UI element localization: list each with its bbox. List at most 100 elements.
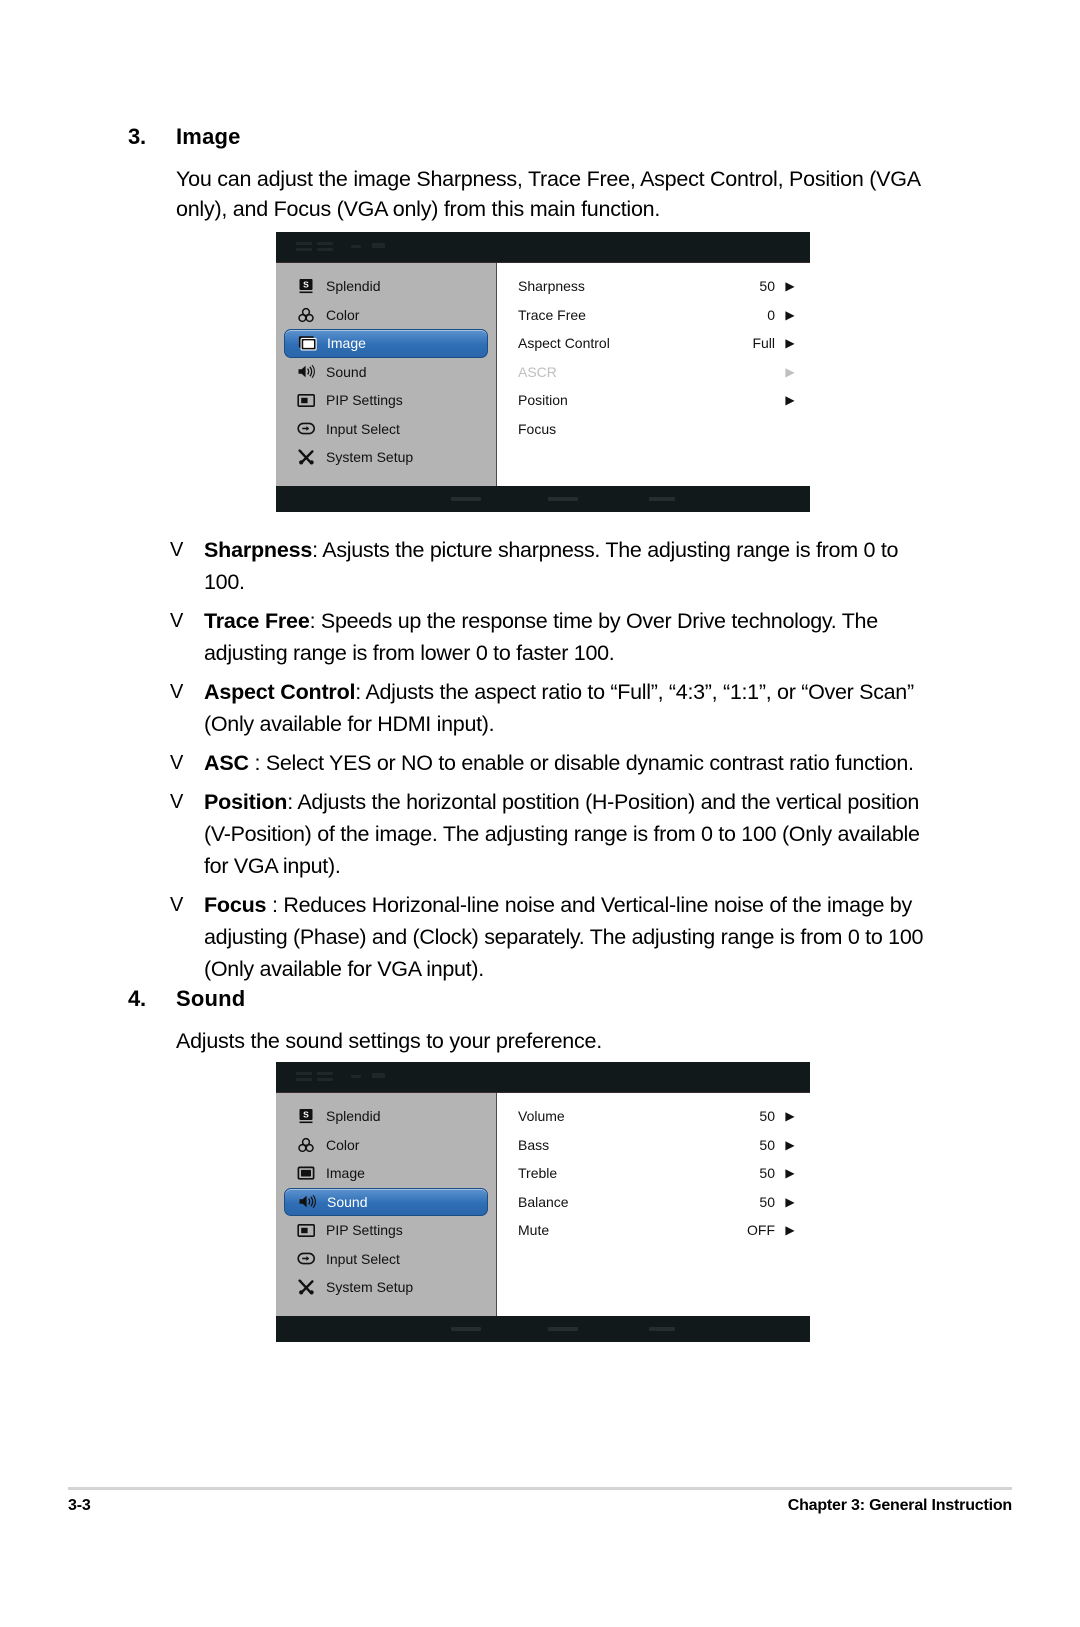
osd-topbar-mark [317,248,333,251]
osd-menu-item-pip-settings[interactable]: PIP Settings [284,1216,488,1245]
bullet-marker: V [170,791,184,813]
osd-botbar-mark [548,1327,578,1331]
osd-topbar-mark [296,1078,312,1081]
svg-text:S: S [303,280,309,290]
osd-option-aspect-control[interactable]: Aspect Control Full ▶ [497,329,810,358]
osd-top-bar [276,1062,810,1092]
osd-option-balance[interactable]: Balance 50 ▶ [497,1188,810,1217]
osd-menu-item-label: Sound [326,363,367,380]
osd-topbar-mark [372,243,385,248]
bullet-marker: V [170,752,184,774]
osd-topbar-mark [296,248,312,251]
chevron-right-icon: ▶ [785,393,795,408]
chevron-right-icon: ▶ [785,1166,795,1181]
bullet-marker: V [170,610,184,632]
color-icon [295,306,317,324]
osd-topbar-mark [317,242,333,245]
osd-menu-item-splendid[interactable]: S Splendid [284,1102,488,1131]
section-intro-text: Adjusts the sound settings to your prefe… [176,1029,602,1053]
osd-menu-item-color[interactable]: Color [284,1131,488,1160]
image-feature-bullets: V Sharpness: Asjusts the picture sharpne… [0,534,1080,992]
osd-bottom-bar [276,486,810,512]
osd-menu-item-pip-settings[interactable]: PIP Settings [284,386,488,415]
osd-option-bass[interactable]: Bass 50 ▶ [497,1131,810,1160]
osd-menu-item-system-setup[interactable]: System Setup [284,1273,488,1302]
osd-menu-item-label: Input Select [326,1250,400,1267]
osd-option-label: Focus [518,420,557,437]
osd-option-label: Balance [518,1193,569,1210]
osd-option-volume[interactable]: Volume 50 ▶ [497,1102,810,1131]
splendid-icon: S [295,277,317,295]
osd-option-treble[interactable]: Treble 50 ▶ [497,1159,810,1188]
osd-option-value: 50 [759,1165,775,1182]
system-setup-icon [295,448,317,466]
footer-divider [68,1487,1012,1490]
image-icon [296,334,318,352]
osd-menu-item-sound[interactable]: Sound [284,358,488,387]
section-title: Image [176,124,241,149]
osd-menu-item-label: Sound [327,1193,368,1210]
chevron-right-icon: ▶ [785,336,795,351]
bullet-body: ASC : Select YES or NO to enable or disa… [204,747,940,779]
osd-menu-item-sound[interactable]: Sound [284,1187,488,1216]
document-page: 3. Image You can adjust the image Sharpn… [0,0,1080,1627]
osd-menu-item-image[interactable]: Image [284,1159,488,1188]
footer-chapter-label: Chapter 3: General Instruction [787,1497,1012,1514]
osd-option-mute[interactable]: Mute OFF ▶ [497,1216,810,1245]
osd-option-focus[interactable]: Focus ▶ [497,415,810,444]
chevron-right-icon: ▶ [785,279,795,294]
osd-option-label: Sharpness [518,278,585,295]
osd-menu-item-color[interactable]: Color [284,301,488,330]
osd-menu-item-label: Image [327,335,366,352]
svg-text:S: S [303,1110,309,1120]
osd-option-value: 0 [767,306,775,323]
bullet-description: : Select YES or NO to enable or disable … [248,751,914,775]
bullet-term: Position [204,790,288,814]
bullet-term: Sharpness [204,538,313,562]
osd-menu-item-label: PIP Settings [326,392,403,409]
osd-option-position[interactable]: Position ▶ [497,386,810,415]
osd-menu-item-label: PIP Settings [326,1222,403,1239]
osd-botbar-mark [451,1327,481,1331]
osd-menu-list: S Splendid Color Image Sound PIP Setting… [276,263,497,486]
osd-option-sharpness[interactable]: Sharpness 50 ▶ [497,272,810,301]
chevron-right-icon: ▶ [785,1137,795,1152]
section-number: 4. [128,986,146,1011]
osd-option-ascr: ASCR ▶ [497,358,810,387]
osd-topbar-mark [296,1072,312,1075]
osd-topbar-mark [351,245,361,248]
osd-menu-item-label: Input Select [326,420,400,437]
bullet-position: V Position: Adjusts the horizontal posti… [0,786,1080,882]
osd-option-value: 50 [759,1193,775,1210]
osd-menu-item-splendid[interactable]: S Splendid [284,272,488,301]
splendid-icon: S [295,1107,317,1125]
osd-menu-item-input-select[interactable]: Input Select [284,415,488,444]
bullet-body: Sharpness: Asjusts the picture sharpness… [204,534,940,598]
osd-option-value: 50 [759,1136,775,1153]
bullet-description: : Reduces Horizonal-line noise and Verti… [204,893,924,981]
osd-option-trace-free[interactable]: Trace Free 0 ▶ [497,301,810,330]
osd-option-value: 50 [759,278,775,295]
bullet-marker: V [170,894,184,916]
osd-topbar-mark [296,242,312,245]
section-sound: 4. Sound Adjusts the sound settings to y… [0,986,1080,1056]
osd-topbar-mark [351,1075,361,1078]
osd-menu-item-label: Color [326,306,360,323]
image-icon [295,1164,317,1182]
pip-settings-icon [295,1221,317,1239]
osd-topbar-mark [317,1072,333,1075]
osd-option-label: ASCR [518,363,557,380]
osd-menu-list: S Splendid Color Image Sound PIP Setting… [276,1093,497,1316]
system-setup-icon [295,1278,317,1296]
osd-menu-item-image[interactable]: Image [284,329,488,358]
osd-topbar-mark [317,1078,333,1081]
bullet-description: : Adjusts the horizontal postition (H-Po… [204,790,920,878]
osd-option-label: Mute [518,1222,550,1239]
osd-menu-item-system-setup[interactable]: System Setup [284,443,488,472]
chevron-right-icon: ▶ [785,1194,795,1209]
bullet-marker: V [170,539,184,561]
osd-menu-item-input-select[interactable]: Input Select [284,1245,488,1274]
osd-body: S Splendid Color Image Sound PIP Setting… [276,1092,810,1316]
osd-menu-item-label: System Setup [326,1279,414,1296]
bullet-trace-free: V Trace Free: Speeds up the response tim… [0,605,1080,669]
